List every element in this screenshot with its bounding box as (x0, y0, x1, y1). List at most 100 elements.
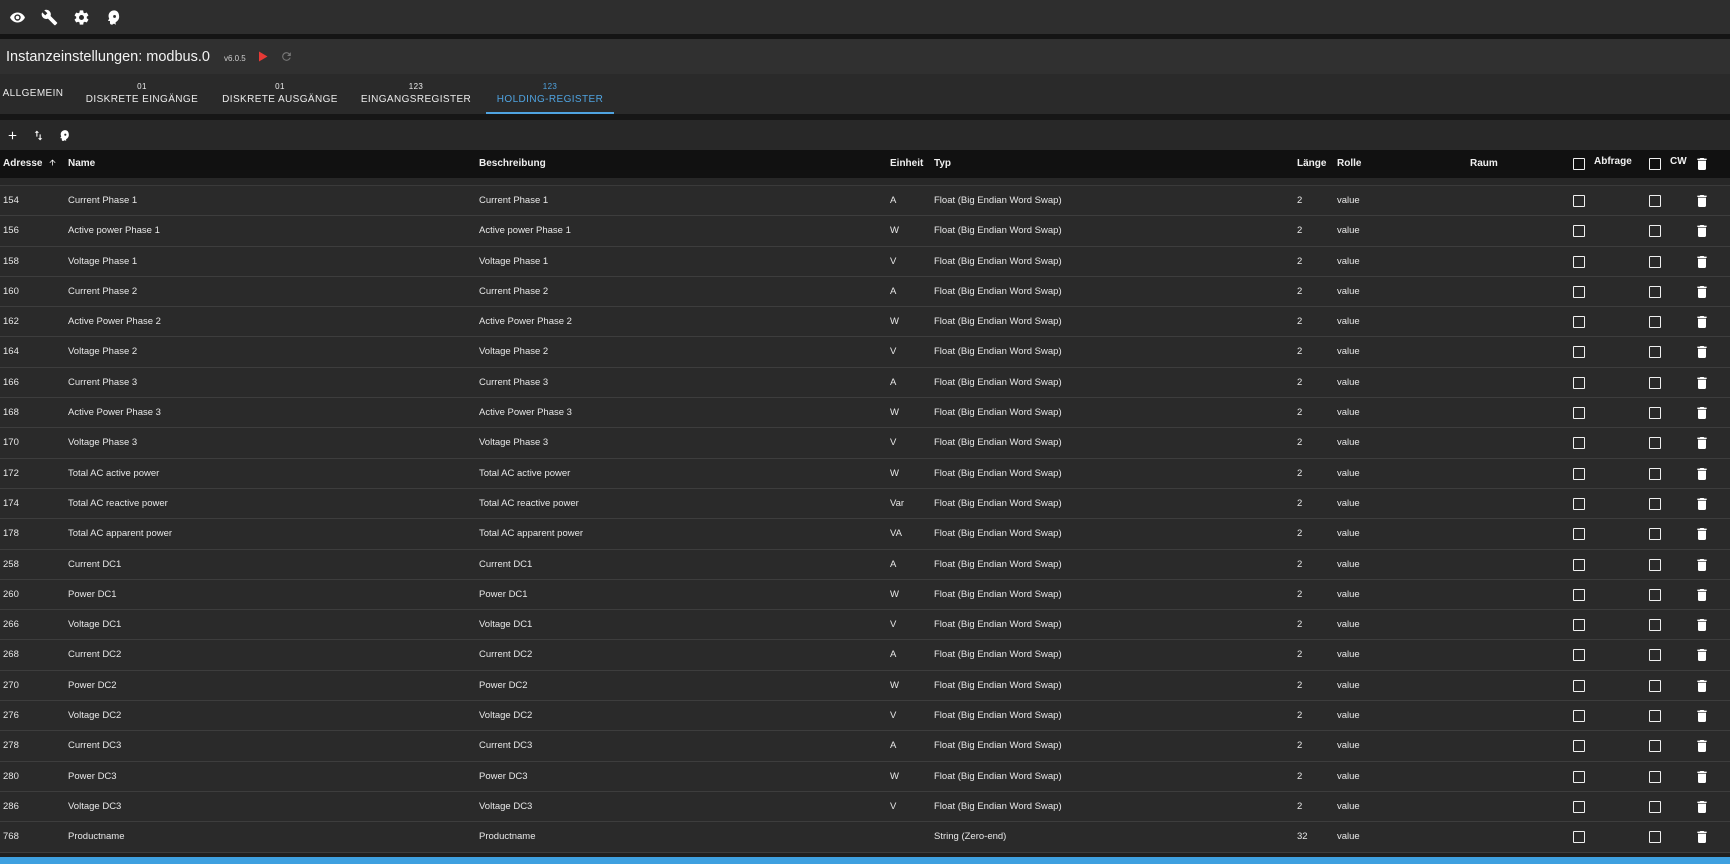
delete-icon[interactable] (1697, 407, 1707, 420)
cw-checkbox[interactable] (1649, 255, 1661, 268)
cell-unit[interactable]: W (890, 459, 899, 489)
delete-icon[interactable] (1697, 558, 1707, 571)
cell-type[interactable]: Float (Big Endian Word Swap) (934, 792, 1062, 822)
cell-description[interactable]: Productname (479, 822, 536, 852)
cell-name[interactable]: Voltage DC3 (68, 792, 121, 822)
cell-description[interactable]: Power DC3 (479, 762, 528, 792)
cell-length[interactable]: 2 (1297, 216, 1302, 246)
poll-checkbox[interactable] (1573, 619, 1585, 632)
header-type[interactable]: Typ (934, 150, 951, 178)
cell-description[interactable]: Voltage DC1 (479, 610, 532, 640)
poll-checkbox[interactable] (1573, 255, 1585, 268)
cell-unit[interactable]: W (890, 216, 899, 246)
cell-name[interactable]: Current DC2 (68, 640, 121, 670)
tab-eingangsregister[interactable]: 123 EINGANGSREGISTER (360, 74, 472, 114)
cell-description[interactable]: Power DC2 (479, 671, 528, 701)
cell-type[interactable]: Float (Big Endian Word Swap) (934, 580, 1062, 610)
cell-name[interactable]: Total AC active power (68, 459, 159, 489)
cell-unit[interactable]: A (890, 550, 896, 580)
cell-role[interactable]: value (1337, 277, 1360, 307)
cw-checkbox[interactable] (1649, 770, 1661, 783)
cw-checkbox[interactable] (1649, 649, 1661, 662)
cell-length[interactable]: 2 (1297, 186, 1302, 216)
cell-length[interactable]: 2 (1297, 762, 1302, 792)
cell-type[interactable]: Float (Big Endian Word Swap) (934, 731, 1062, 761)
delete-icon[interactable] (1697, 710, 1707, 723)
cw-checkbox[interactable] (1649, 346, 1661, 359)
poll-checkbox[interactable] (1573, 649, 1585, 662)
cell-description[interactable]: Current DC3 (479, 731, 532, 761)
cell-name[interactable]: Current DC3 (68, 731, 121, 761)
cell-role[interactable]: value (1337, 701, 1360, 731)
delete-icon[interactable] (1697, 588, 1707, 601)
cell-description[interactable]: Current DC2 (479, 640, 532, 670)
cell-description[interactable]: Active power Phase 1 (479, 216, 571, 246)
cell-description[interactable]: Current Phase 3 (479, 368, 548, 398)
cell-description[interactable]: Voltage Phase 1 (479, 247, 548, 277)
cell-unit[interactable]: V (890, 701, 896, 731)
cell-description[interactable]: Total AC apparent power (479, 519, 583, 549)
delete-icon[interactable] (1697, 679, 1707, 692)
delete-icon[interactable] (1697, 255, 1707, 268)
cell-unit[interactable]: VA (890, 519, 902, 549)
cell-address[interactable]: 260 (3, 580, 19, 610)
poll-checkbox[interactable] (1573, 437, 1585, 450)
cell-name[interactable]: Current Phase 3 (68, 368, 137, 398)
poll-checkbox[interactable] (1573, 528, 1585, 541)
cell-name[interactable]: Active power Phase 1 (68, 216, 160, 246)
import-export-icon[interactable] (31, 128, 45, 142)
cell-name[interactable]: Power DC1 (68, 580, 117, 610)
cell-name[interactable]: Active Power Phase 2 (68, 307, 161, 337)
cell-name[interactable]: Total AC reactive power (68, 489, 168, 519)
cell-role[interactable]: value (1337, 247, 1360, 277)
cell-role[interactable]: value (1337, 186, 1360, 216)
cw-checkbox[interactable] (1649, 679, 1661, 692)
cw-checkbox[interactable] (1649, 588, 1661, 601)
cell-length[interactable]: 2 (1297, 459, 1302, 489)
cell-address[interactable]: 270 (3, 671, 19, 701)
cell-role[interactable]: value (1337, 519, 1360, 549)
cell-length[interactable]: 2 (1297, 428, 1302, 458)
cell-length[interactable]: 2 (1297, 640, 1302, 670)
cell-length[interactable]: 2 (1297, 580, 1302, 610)
poll-checkbox[interactable] (1573, 195, 1585, 207)
cell-address[interactable]: 164 (3, 337, 19, 367)
cell-length[interactable]: 2 (1297, 731, 1302, 761)
header-address[interactable]: Adresse (3, 150, 57, 178)
header-unit[interactable]: Einheit (890, 150, 923, 178)
cell-name[interactable]: Power DC3 (68, 762, 117, 792)
header-role[interactable]: Rolle (1337, 150, 1361, 178)
tab-diskrete-eingaenge[interactable]: 01 DISKRETE EINGÄNGE (84, 74, 200, 114)
cw-checkbox[interactable] (1649, 467, 1661, 480)
poll-checkbox[interactable] (1573, 740, 1585, 753)
cell-length[interactable]: 2 (1297, 671, 1302, 701)
cell-address[interactable]: 170 (3, 428, 19, 458)
cw-checkbox[interactable] (1649, 376, 1661, 389)
cell-description[interactable]: Voltage DC3 (479, 792, 532, 822)
wrench-icon[interactable] (40, 8, 58, 26)
poll-checkbox[interactable] (1573, 831, 1585, 844)
cell-name[interactable]: Voltage Phase 3 (68, 428, 137, 458)
cell-length[interactable]: 2 (1297, 701, 1302, 731)
delete-all-icon[interactable] (1697, 158, 1707, 170)
cw-checkbox[interactable] (1649, 528, 1661, 541)
cell-unit[interactable]: W (890, 762, 899, 792)
cell-unit[interactable]: A (890, 277, 896, 307)
poll-checkbox[interactable] (1573, 770, 1585, 783)
cell-name[interactable]: Current DC1 (68, 550, 121, 580)
cell-type[interactable]: Float (Big Endian Word Swap) (934, 428, 1062, 458)
cell-description[interactable]: Total AC active power (479, 459, 570, 489)
cell-address[interactable]: 266 (3, 610, 19, 640)
delete-icon[interactable] (1697, 225, 1707, 238)
delete-icon[interactable] (1697, 649, 1707, 662)
cell-name[interactable]: Active Power Phase 3 (68, 398, 161, 428)
cell-unit[interactable]: W (890, 398, 899, 428)
cell-role[interactable]: value (1337, 671, 1360, 701)
expert-head-icon[interactable] (57, 128, 71, 142)
cell-role[interactable]: value (1337, 216, 1360, 246)
cell-address[interactable]: 268 (3, 640, 19, 670)
cw-checkbox[interactable] (1649, 710, 1661, 723)
cell-role[interactable]: value (1337, 398, 1360, 428)
eye-icon[interactable] (8, 8, 26, 26)
cell-description[interactable]: Voltage Phase 2 (479, 337, 548, 367)
